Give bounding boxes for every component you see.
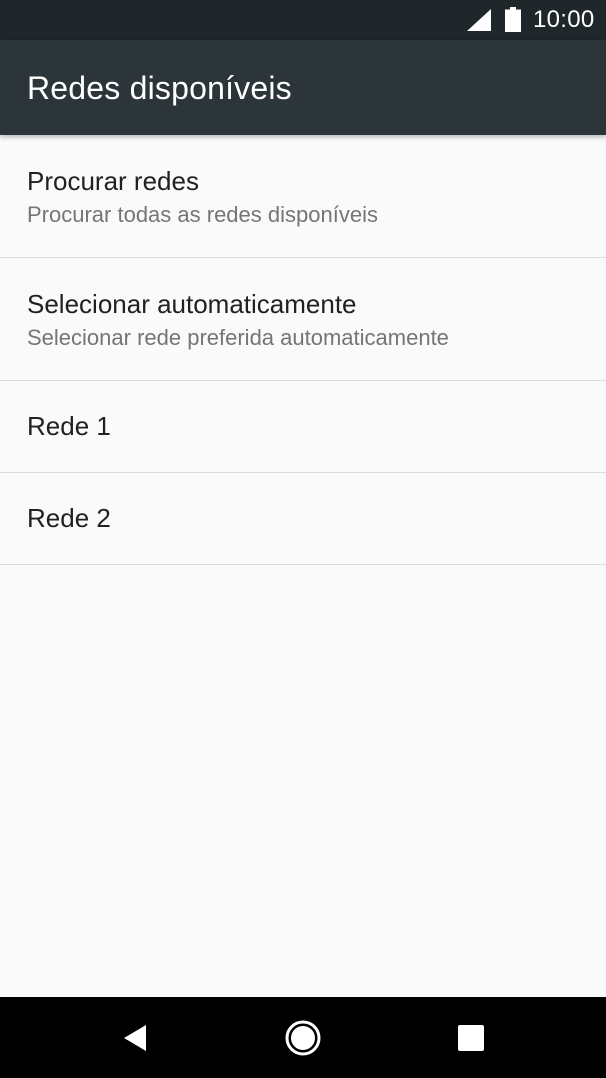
screen: 10:00 Redes disponíveis Procurar redes P… <box>0 0 606 1078</box>
recents-icon[interactable] <box>448 1015 494 1061</box>
list-item-network-1[interactable]: Rede 1 <box>0 381 606 473</box>
list-item-title: Procurar redes <box>27 166 199 196</box>
app-bar: Redes disponíveis <box>0 40 606 135</box>
status-bar: 10:00 <box>0 0 606 40</box>
page-title: Redes disponíveis <box>27 70 292 106</box>
status-time: 10:00 <box>533 6 595 33</box>
list-item-title: Selecionar automaticamente <box>27 289 357 319</box>
list-item-title: Rede 2 <box>27 503 111 533</box>
list-item-search-networks[interactable]: Procurar redes Procurar todas as redes d… <box>0 135 606 258</box>
navigation-bar <box>0 997 606 1078</box>
list-item-network-2[interactable]: Rede 2 <box>0 473 606 565</box>
list-item-select-automatically[interactable]: Selecionar automaticamente Selecionar re… <box>0 258 606 381</box>
signal-icon <box>467 9 491 31</box>
home-icon[interactable] <box>280 1015 326 1061</box>
list-item-subtitle: Procurar todas as redes disponíveis <box>27 202 378 227</box>
network-list: Procurar redes Procurar todas as redes d… <box>0 135 606 565</box>
list-item-title: Rede 1 <box>27 411 111 441</box>
list-item-subtitle: Selecionar rede preferida automaticament… <box>27 325 449 350</box>
back-icon[interactable] <box>112 1015 158 1061</box>
battery-icon <box>505 7 521 32</box>
